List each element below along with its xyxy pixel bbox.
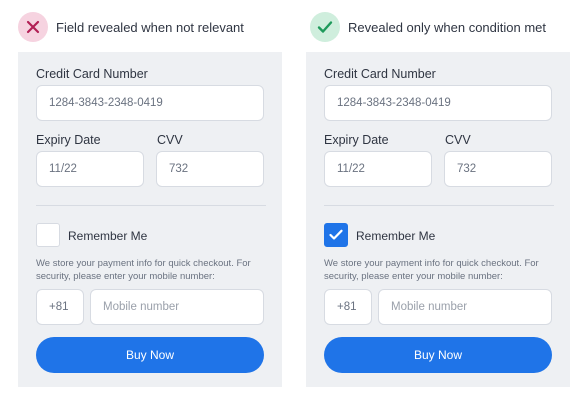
country-code-input[interactable]: +81 [36,289,84,325]
buy-now-button[interactable]: Buy Now [36,337,264,373]
bad-example-header: Field revealed when not relevant [18,12,244,42]
divider [324,205,554,206]
cvv-label: CVV [157,133,183,147]
expiry-input[interactable]: 11/22 [36,151,144,187]
bad-example-title: Field revealed when not relevant [56,19,244,35]
mobile-number-input[interactable]: Mobile number [378,289,552,325]
mobile-note: We store your payment info for quick che… [36,258,251,282]
good-example-title: Revealed only when condition met [348,19,547,35]
card-number-input[interactable]: 1284-3843-2348-0419 [36,85,264,121]
card-number-label: Credit Card Number [324,67,436,81]
expiry-label: Expiry Date [324,133,389,147]
good-example-header: Revealed only when condition met [310,12,546,42]
remember-label: Remember Me [356,229,436,243]
country-code-input[interactable]: +81 [324,289,372,325]
close-icon [18,12,48,42]
buy-now-button[interactable]: Buy Now [324,337,552,373]
good-example-form: Credit Card Number 1284-3843-2348-0419 E… [306,52,570,387]
expiry-input[interactable]: 11/22 [324,151,432,187]
divider [36,205,266,206]
cvv-label: CVV [445,133,471,147]
expiry-label: Expiry Date [36,133,101,147]
card-number-input[interactable]: 1284-3843-2348-0419 [324,85,552,121]
checkmark-icon [310,12,340,42]
mobile-number-input[interactable]: Mobile number [90,289,264,325]
remember-checkbox[interactable] [36,223,60,247]
checkmark-icon [329,229,343,240]
bad-example-form: Credit Card Number 1284-3843-2348-0419 E… [18,52,282,387]
remember-label: Remember Me [68,229,148,243]
card-number-label: Credit Card Number [36,67,148,81]
remember-checkbox[interactable] [324,223,348,247]
mobile-note: We store your payment info for quick che… [324,258,539,282]
cvv-input[interactable]: 732 [156,151,264,187]
cvv-input[interactable]: 732 [444,151,552,187]
